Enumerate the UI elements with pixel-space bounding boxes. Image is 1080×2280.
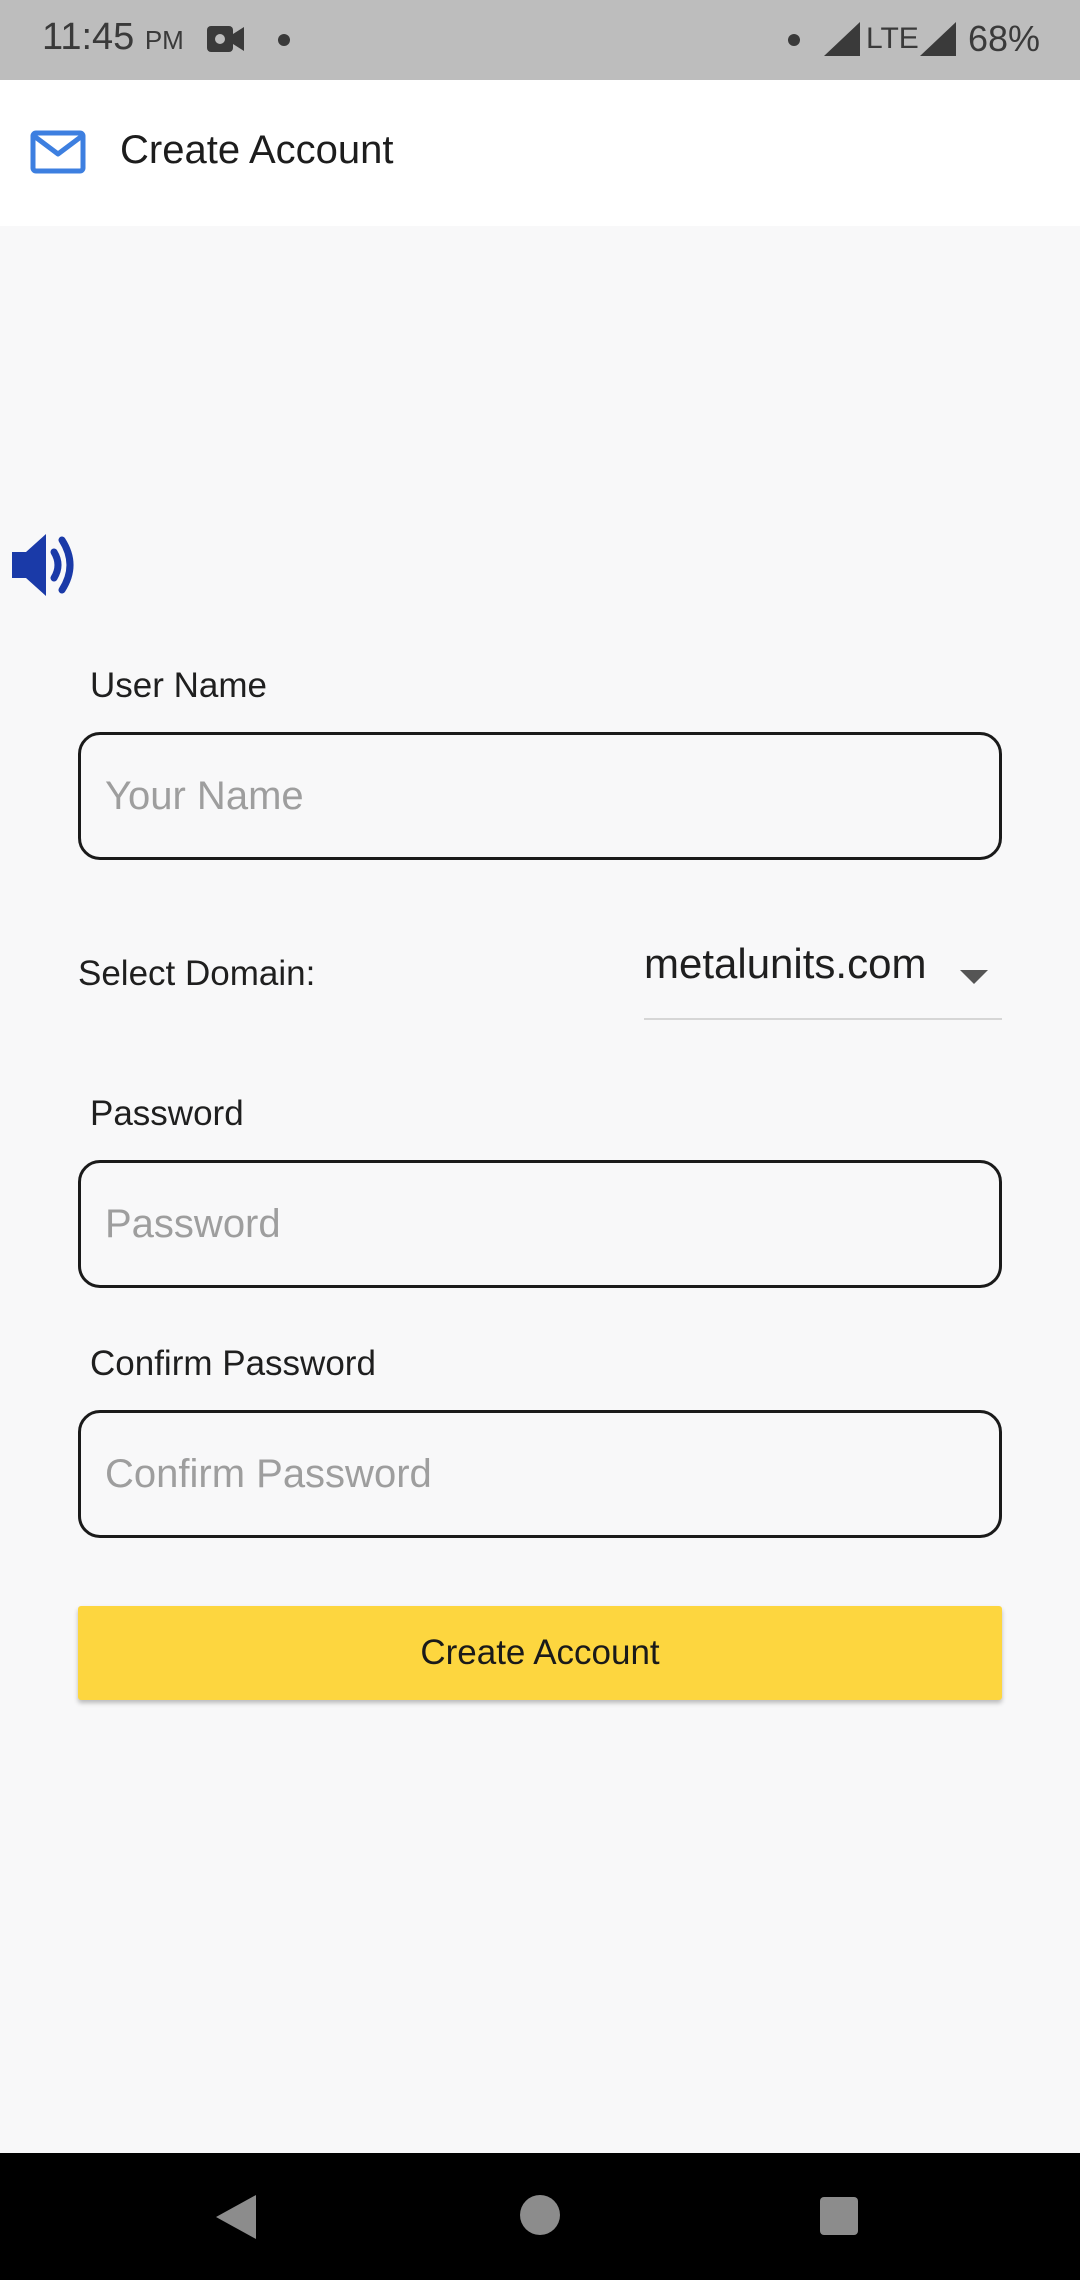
status-bar: 11:45 PM LTE 68% [0,0,1080,80]
confirm-password-input[interactable] [78,1410,1002,1538]
domain-label: Select Domain: [78,954,316,993]
home-icon[interactable] [520,2195,560,2235]
status-clock: 11:45 [42,16,135,58]
notification-dot-icon [278,34,290,46]
username-label: User Name [90,666,267,705]
password-input[interactable] [78,1160,1002,1288]
system-navigation-bar [0,2153,1080,2280]
dropdown-arrow-icon [960,970,988,984]
status-ampm: PM [144,25,184,55]
network-type-label: LTE [866,22,919,55]
confirm-password-label: Confirm Password [90,1344,376,1383]
notification-dot-icon [788,34,800,46]
back-icon[interactable] [216,2195,258,2239]
recent-apps-icon[interactable] [820,2197,858,2235]
domain-selected-value: metalunits.com [644,940,927,987]
mail-icon [30,130,86,174]
video-camera-icon [207,26,244,52]
password-label: Password [90,1094,244,1133]
username-input[interactable] [78,732,1002,860]
create-account-button[interactable]: Create Account [78,1606,1002,1700]
signal-strength-icon [920,22,956,56]
signal-strength-icon [824,22,860,56]
app-bar: Create Account [0,80,1080,226]
domain-dropdown[interactable]: metalunits.com [644,940,1002,1020]
battery-percentage: 68% [968,18,1041,59]
speaker-volume-icon[interactable] [10,530,80,600]
status-time: 11:45 PM [42,16,184,59]
page-title: Create Account [120,128,394,172]
